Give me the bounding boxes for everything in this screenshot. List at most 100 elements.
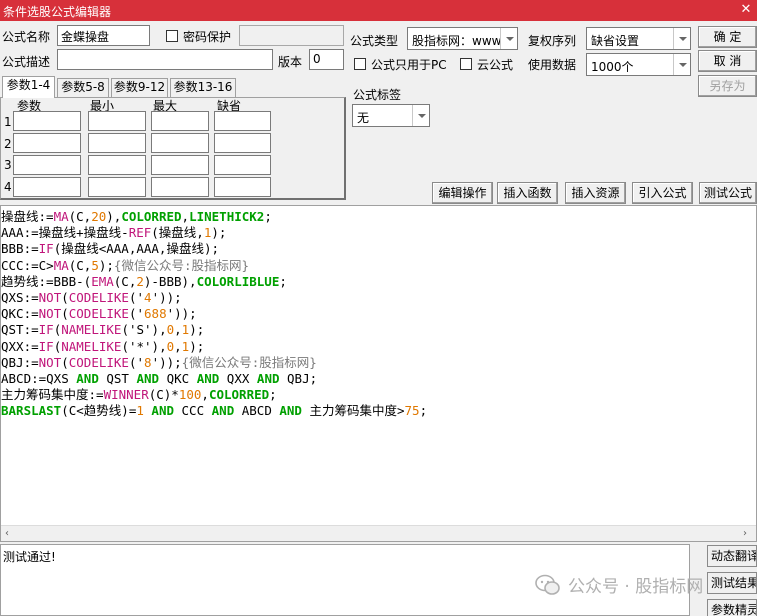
code-token: AND — [196, 371, 220, 387]
test-result-button[interactable]: 测试结果 — [707, 572, 757, 594]
code-line[interactable]: ABCD:=QXS AND QST AND QKC AND QXX AND QB… — [1, 371, 427, 387]
code-token: QXX — [219, 371, 257, 387]
version-input[interactable]: 0 — [309, 49, 344, 70]
edit-ops-button[interactable]: 编辑操作 — [432, 182, 493, 204]
code-token: AND — [136, 371, 160, 387]
code-line[interactable]: QBJ:=NOT(CODELIKE('8'));{微信公众号:股指标网} — [1, 355, 427, 371]
param-max-input[interactable] — [151, 155, 209, 175]
code-line[interactable]: BBB:=IF(操盘线<AAA,AAA,操盘线); — [1, 241, 427, 257]
data-label: 使用数据 — [528, 58, 577, 72]
param-name-input[interactable] — [13, 177, 81, 197]
param-min-input[interactable] — [88, 111, 146, 131]
param-name-input[interactable] — [13, 111, 81, 131]
code-line[interactable]: QKC:=NOT(CODELIKE('688')); — [1, 306, 427, 322]
type-select[interactable]: 股指标网：www — [407, 27, 518, 50]
param-row-index: 1 — [4, 115, 12, 129]
code-token: QXS:= — [1, 290, 39, 306]
code-token: AND — [76, 371, 99, 387]
code-line[interactable]: QXS:=NOT(CODELIKE('4')); — [1, 290, 427, 306]
code-token: QST:= — [1, 322, 39, 338]
tag-label: 公式标签 — [353, 88, 402, 102]
code-line[interactable]: 趋势线:=BBB-(EMA(C,2)-BBB),COLORLIBLUE; — [1, 274, 427, 290]
param-default-input[interactable] — [214, 177, 271, 197]
code-token: 2 — [136, 273, 144, 289]
insert-resource-button[interactable]: 插入资源 — [565, 182, 626, 204]
code-token: ')); — [151, 290, 182, 306]
param-default-input[interactable] — [214, 155, 271, 175]
code-token: 688 — [144, 306, 167, 322]
save-as-button[interactable]: 另存为 — [698, 75, 757, 97]
param-name-input[interactable] — [13, 155, 81, 175]
code-line[interactable]: 操盘线:=MA(C,20),COLORRED,LINETHICK2; — [1, 209, 427, 225]
pc-only-checkbox[interactable] — [354, 58, 366, 70]
code-line[interactable]: CCC:=C>MA(C,5);{微信公众号:股指标网} — [1, 258, 427, 274]
tab-params-9-12[interactable]: 参数9-12 — [111, 78, 168, 97]
cloud-label: 云公式 — [477, 58, 514, 72]
formula-code[interactable]: 操盘线:=MA(C,20),COLORRED,LINETHICK2; AAA:=操… — [1, 209, 427, 420]
code-token: IF — [38, 322, 54, 338]
code-token: ')); — [151, 354, 182, 370]
code-token: (C, — [68, 257, 92, 273]
ok-button[interactable]: 确 定 — [698, 26, 757, 48]
code-token: BARSLAST — [1, 403, 62, 419]
desc-input[interactable] — [57, 49, 273, 70]
chevron-down-icon — [673, 54, 690, 75]
code-token: ('*'), — [121, 338, 167, 354]
password-input — [239, 25, 344, 46]
import-formula-button[interactable]: 引入公式 — [632, 182, 693, 204]
code-token: ; — [279, 273, 287, 289]
name-input[interactable]: 金蝶操盘 — [57, 25, 150, 46]
code-line[interactable]: BARSLAST(C<趋势线)=1 AND CCC AND ABCD AND 主… — [1, 403, 427, 419]
param-max-input[interactable] — [151, 111, 209, 131]
code-token: COLORLIBLUE — [196, 273, 280, 289]
scroll-left-icon[interactable]: ‹ — [5, 528, 9, 539]
tag-select[interactable]: 无 — [352, 104, 430, 127]
tab-params-1-4[interactable]: 参数1-4 — [2, 76, 55, 98]
code-token: CODELIKE — [68, 354, 129, 370]
test-formula-button[interactable]: 测试公式 — [699, 182, 757, 204]
scroll-right-icon[interactable]: › — [743, 528, 747, 539]
code-line[interactable]: 主力筹码集中度:=WINNER(C)*100,COLORRED; — [1, 387, 427, 403]
param-default-input[interactable] — [214, 111, 271, 131]
code-line[interactable]: QST:=IF(NAMELIKE('S'),0,1); — [1, 322, 427, 338]
code-token: IF — [38, 338, 54, 354]
chevron-down-icon — [673, 28, 690, 49]
tab-params-5-8[interactable]: 参数5-8 — [57, 78, 109, 97]
data-select[interactable]: 1000个 — [586, 53, 691, 76]
password-checkbox[interactable] — [166, 30, 178, 42]
cancel-button[interactable]: 取 消 — [698, 50, 757, 72]
param-min-input[interactable] — [88, 133, 146, 153]
code-token: ABCD:=QXS — [1, 371, 77, 387]
horizontal-scrollbar[interactable]: ‹ › — [1, 525, 756, 541]
order-select[interactable]: 缺省设置 — [586, 27, 691, 50]
code-token: 趋势线:=BBB-( — [1, 273, 92, 289]
dynamic-translate-button[interactable]: 动态翻译 — [707, 545, 757, 567]
code-token: ('S'), — [121, 322, 167, 338]
type-value: 股指标网：www — [412, 34, 502, 48]
param-name-input[interactable] — [13, 133, 81, 153]
param-min-input[interactable] — [88, 155, 146, 175]
tab-params-13-16[interactable]: 参数13-16 — [170, 78, 236, 97]
desc-label: 公式描述 — [2, 55, 51, 69]
close-icon[interactable]: ✕ — [735, 0, 757, 21]
param-max-input[interactable] — [151, 177, 209, 197]
version-label: 版本 — [278, 55, 303, 69]
cloud-checkbox[interactable] — [460, 58, 472, 70]
order-value: 缺省设置 — [591, 34, 640, 48]
code-token: (操盘线, — [151, 225, 204, 241]
code-editor[interactable]: 操盘线:=MA(C,20),COLORRED,LINETHICK2; AAA:=操… — [0, 205, 757, 542]
insert-function-button[interactable]: 插入函数 — [497, 182, 558, 204]
code-line[interactable]: AAA:=操盘线+操盘线-REF(操盘线,1); — [1, 225, 427, 241]
param-wizard-button[interactable]: 参数精灵 — [707, 599, 757, 616]
code-token: 20 — [91, 209, 107, 224]
chevron-down-icon — [500, 28, 517, 49]
code-token: AND — [256, 371, 280, 387]
code-token: 0 — [166, 338, 175, 354]
param-max-input[interactable] — [151, 133, 209, 153]
code-line[interactable]: QXX:=IF(NAMELIKE('*'),0,1); — [1, 339, 427, 355]
param-min-input[interactable] — [88, 177, 146, 197]
code-token: {微信公众号:股指标网} — [113, 257, 249, 273]
param-default-input[interactable] — [214, 133, 271, 153]
password-label: 密码保护 — [183, 30, 232, 44]
code-token: MA — [53, 209, 69, 224]
